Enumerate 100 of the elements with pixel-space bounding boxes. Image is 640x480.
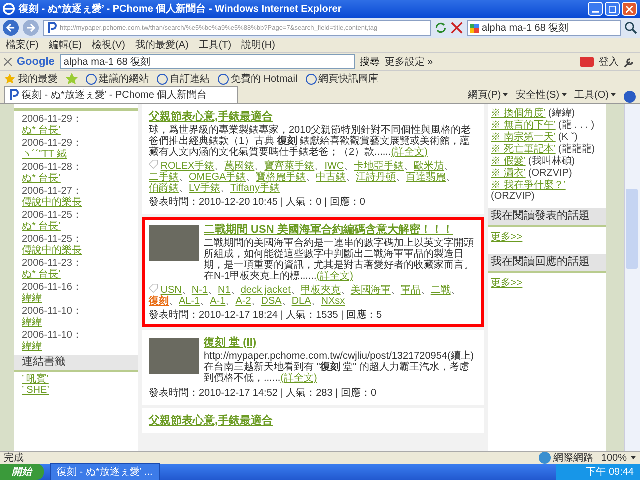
tag-separator: 、 xyxy=(179,183,189,194)
back-button[interactable] xyxy=(3,20,19,36)
menu-item[interactable]: 工具(T) xyxy=(198,38,232,52)
read-more-link[interactable]: (詳全文) xyxy=(316,271,354,282)
favorites-link[interactable]: 建議的網站 xyxy=(86,72,149,86)
command-menu[interactable]: 網頁(P) xyxy=(468,88,508,102)
reply-link[interactable]: ※ 我在爭什麼？’ xyxy=(491,180,566,191)
more-settings-link[interactable]: 更多設定 » xyxy=(384,54,434,68)
entry-date: 2006-11-29： xyxy=(22,138,84,149)
menu-item[interactable]: 說明(H) xyxy=(242,38,276,52)
tag-link[interactable]: 二戰 xyxy=(430,285,451,296)
reply-link[interactable]: ※ 南宗第一天’ xyxy=(491,132,556,143)
tag-link[interactable]: A-1 xyxy=(210,296,226,307)
favorites-link[interactable]: 自訂連結 xyxy=(157,72,210,86)
wrench-icon[interactable] xyxy=(624,56,636,68)
start-button[interactable]: 開始 xyxy=(0,464,44,480)
reply-author: (K ˇ) xyxy=(558,132,578,143)
more-link[interactable]: 更多>> xyxy=(491,278,523,289)
entry-date: 2006-11-28： xyxy=(22,162,84,173)
tag-link[interactable]: 寶格麗手錶 xyxy=(256,172,306,183)
post-title-link[interactable]: 父親節表心意,手錶最適合 xyxy=(149,111,274,123)
tag-link[interactable]: 卡地亞手錶 xyxy=(354,161,404,172)
tag-separator: 、 xyxy=(254,161,265,172)
post-title-link[interactable]: 復刻 堂 (II) xyxy=(204,337,257,349)
search-field[interactable]: alpha ma-1 68 復刻 xyxy=(467,20,621,36)
author-link[interactable]: ぬ* 台長’ xyxy=(22,221,61,232)
search-icon[interactable] xyxy=(625,22,637,34)
tag-link[interactable]: 萬國錶 xyxy=(224,161,255,172)
author-link[interactable]: ぬ* 台長’ xyxy=(22,125,61,136)
reply-link[interactable]: ※ 換個角度’ xyxy=(491,108,546,119)
zoom-level[interactable]: 100% xyxy=(601,452,636,464)
tag-link[interactable]: 寶齊萊手錶 xyxy=(264,161,315,172)
command-menu[interactable]: 安全性(S) xyxy=(516,88,567,102)
scrollbar-thumb[interactable] xyxy=(626,189,638,269)
tag-link[interactable]: 中古錶 xyxy=(316,172,346,183)
post-title-link[interactable]: 二戰期間 USN 美國海軍合約編碼含意大解密！！！ xyxy=(204,224,454,236)
close-button[interactable] xyxy=(622,2,637,16)
tag-link[interactable]: NXsx xyxy=(321,296,346,307)
more-link[interactable]: 更多>> xyxy=(491,232,523,243)
reply-link[interactable]: ※ 無言的下午’ xyxy=(491,120,556,131)
author-link[interactable]: ぬ* 台長’ xyxy=(22,173,61,184)
author-link[interactable]: ぬ* 台長’ xyxy=(22,269,61,280)
stop-icon[interactable] xyxy=(451,22,463,34)
tag-link[interactable]: USN xyxy=(160,285,182,296)
tag-link[interactable]: 甲板夾克 xyxy=(300,285,341,296)
tag-link[interactable]: 江詩丹頓 xyxy=(356,172,396,183)
tag-link[interactable]: Tiffany手錶 xyxy=(230,183,280,194)
taskbar-window-button[interactable]: 復刻 - ぬ*放逐ぇ愛’ ... xyxy=(50,463,160,480)
menu-item[interactable]: 編輯(E) xyxy=(48,38,82,52)
author-link[interactable]: 緯緯 xyxy=(22,317,42,328)
tag-link[interactable]: DLA xyxy=(292,296,312,307)
reply-link[interactable]: ※ 假髮’ xyxy=(491,156,526,167)
read-more-link[interactable]: (詳全文) xyxy=(280,373,318,384)
browser-tab[interactable]: 復刻 - ぬ*放逐ぇ愛’ - PChome 個人新聞台 xyxy=(4,86,238,103)
tag-link[interactable]: IWC xyxy=(324,161,344,172)
tag-link[interactable]: 二手錶 xyxy=(149,172,179,183)
reply-link[interactable]: ※ 瀟衣’ xyxy=(491,168,526,179)
tag-link[interactable]: 軍品 xyxy=(400,285,421,296)
reply-author: (緯緯) xyxy=(548,108,576,119)
bookmark-link[interactable]: ’ 吼賓’ xyxy=(22,374,49,385)
sign-in-link[interactable]: 登入 xyxy=(599,54,619,68)
tag-link[interactable]: 歐米茄 xyxy=(414,161,444,172)
tag-link[interactable]: deck jacket xyxy=(240,285,291,296)
reply-link[interactable]: ※ 死亡筆記本’ xyxy=(491,144,556,155)
tag-link[interactable]: N1 xyxy=(218,285,231,296)
tag-link[interactable]: 美國海軍 xyxy=(350,285,391,296)
command-menu[interactable]: 工具(O) xyxy=(574,88,616,102)
menu-item[interactable]: 我的最愛(A) xyxy=(135,38,189,52)
close-icon[interactable] xyxy=(4,58,12,66)
tag-link[interactable]: LV手錶 xyxy=(189,183,220,194)
post-title-link[interactable]: 父親節表心意,手錶最適合 xyxy=(149,415,274,427)
tag-link[interactable]: 伯爵錶 xyxy=(149,183,179,194)
minimize-button[interactable] xyxy=(588,2,603,16)
favorites-link[interactable]: 免費的 Hotmail xyxy=(218,72,298,86)
google-search-button[interactable]: 搜尋 xyxy=(360,54,380,68)
tag-separator: 、 xyxy=(179,172,189,183)
author-link[interactable]: 傳說中的樂長 xyxy=(22,245,82,256)
google-search-field[interactable]: alpha ma-1 68 復刻 xyxy=(60,54,355,69)
tag-link[interactable]: 復刻 xyxy=(149,296,169,307)
tag-link[interactable]: ROLEX手錶 xyxy=(160,161,215,172)
bookmark-link[interactable]: ’ SHE’ xyxy=(22,385,50,396)
tag-link[interactable]: OMEGA手錶 xyxy=(189,172,246,183)
favorites-button[interactable]: 我的最愛 xyxy=(4,72,58,86)
tag-link[interactable]: A-2 xyxy=(236,296,252,307)
author-link[interactable]: ヽ´ˊ"TT 絨 xyxy=(22,149,68,160)
author-link[interactable]: 緯緯 xyxy=(22,293,42,304)
refresh-icon[interactable] xyxy=(435,22,447,34)
scrollbar[interactable] xyxy=(624,104,640,451)
tag-link[interactable]: DSA xyxy=(261,296,282,307)
tag-link[interactable]: AL-1 xyxy=(179,296,200,307)
restore-button[interactable] xyxy=(605,2,620,16)
author-link[interactable]: 緯緯 xyxy=(22,341,42,352)
tag-link[interactable]: N-1 xyxy=(192,285,208,296)
tag-separator: 、 xyxy=(340,285,351,296)
author-link[interactable]: 傳說中的樂長 xyxy=(22,197,82,208)
read-more-link[interactable]: (詳全文) xyxy=(391,147,428,158)
tag-link[interactable]: 百達翡麗 xyxy=(406,172,446,183)
favorites-link[interactable]: 網頁快訊圖庫 xyxy=(306,72,379,86)
menu-item[interactable]: 檢視(V) xyxy=(92,38,126,52)
menu-item[interactable]: 檔案(F) xyxy=(6,38,39,52)
